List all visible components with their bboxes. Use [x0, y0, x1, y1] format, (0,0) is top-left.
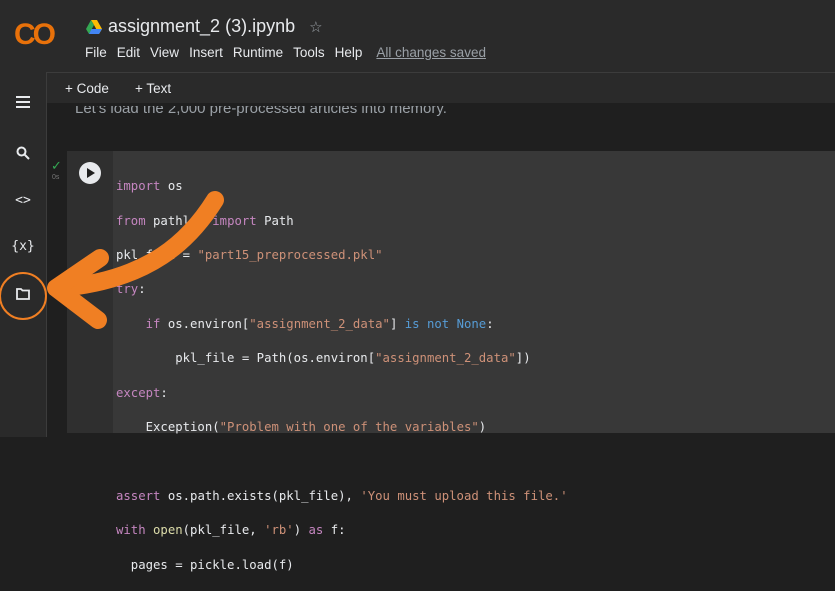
search-icon[interactable] [12, 143, 34, 163]
code-editor[interactable]: import os from pathlib import Path pkl_f… [116, 161, 568, 591]
menu-tools[interactable]: Tools [288, 45, 330, 60]
code-line: with open(pkl_file, 'rb') as f: [116, 523, 346, 538]
code-line: pkl_file = "part15_preprocessed.pkl" [116, 248, 383, 263]
menu-help[interactable]: Help [330, 45, 368, 60]
menu-view[interactable]: View [145, 45, 184, 60]
code-line: pages = pickle.load(f) [116, 557, 294, 572]
cell-gutter [67, 151, 113, 433]
files-icon[interactable] [12, 284, 34, 304]
left-sidebar: <> {x} [0, 72, 47, 437]
code-line: from pathlib import Path [116, 213, 294, 228]
header-bar: CO assignment_2 (3).ipynb ☆ File Edit Vi… [0, 0, 835, 72]
menu-insert[interactable]: Insert [184, 45, 228, 60]
star-icon[interactable]: ☆ [309, 18, 322, 36]
notebook-title[interactable]: assignment_2 (3).ipynb [108, 16, 295, 37]
code-line: Exception("Problem with one of the varia… [116, 420, 487, 435]
menu-file[interactable]: File [80, 45, 112, 60]
code-line: except: [116, 385, 168, 400]
menu-edit[interactable]: Edit [112, 45, 145, 60]
menu-runtime[interactable]: Runtime [228, 45, 288, 60]
execution-time: 0s [52, 174, 60, 181]
colab-logo[interactable]: CO [14, 18, 56, 52]
code-line: try: [116, 282, 146, 297]
logo-text: CO [14, 18, 56, 51]
save-status-link[interactable]: All changes saved [371, 45, 491, 60]
run-cell-button[interactable] [79, 162, 101, 184]
add-code-button[interactable]: + Code [65, 81, 109, 96]
drive-icon [86, 19, 102, 34]
cell-toolbar: + Code + Text [0, 72, 835, 103]
code-line: import os [116, 179, 183, 194]
code-line: if os.environ["assignment_2_data"] is no… [145, 316, 494, 331]
menu-bar: File Edit View Insert Runtime Tools Help… [80, 45, 491, 60]
table-of-contents-icon[interactable] [12, 92, 34, 112]
code-line: assert os.path.exists(pkl_file), 'You mu… [116, 488, 568, 503]
code-snippets-icon[interactable]: <> [12, 190, 34, 210]
text-cell[interactable]: Let's load the 2,000 pre-processed artic… [75, 106, 447, 117]
code-line: pkl_file = Path(os.environ["assignment_2… [116, 351, 531, 366]
add-text-button[interactable]: + Text [135, 81, 171, 96]
title-row: assignment_2 (3).ipynb ☆ [86, 16, 323, 37]
execution-check-icon: ✓ [51, 158, 62, 173]
variables-icon[interactable]: {x} [11, 236, 34, 256]
